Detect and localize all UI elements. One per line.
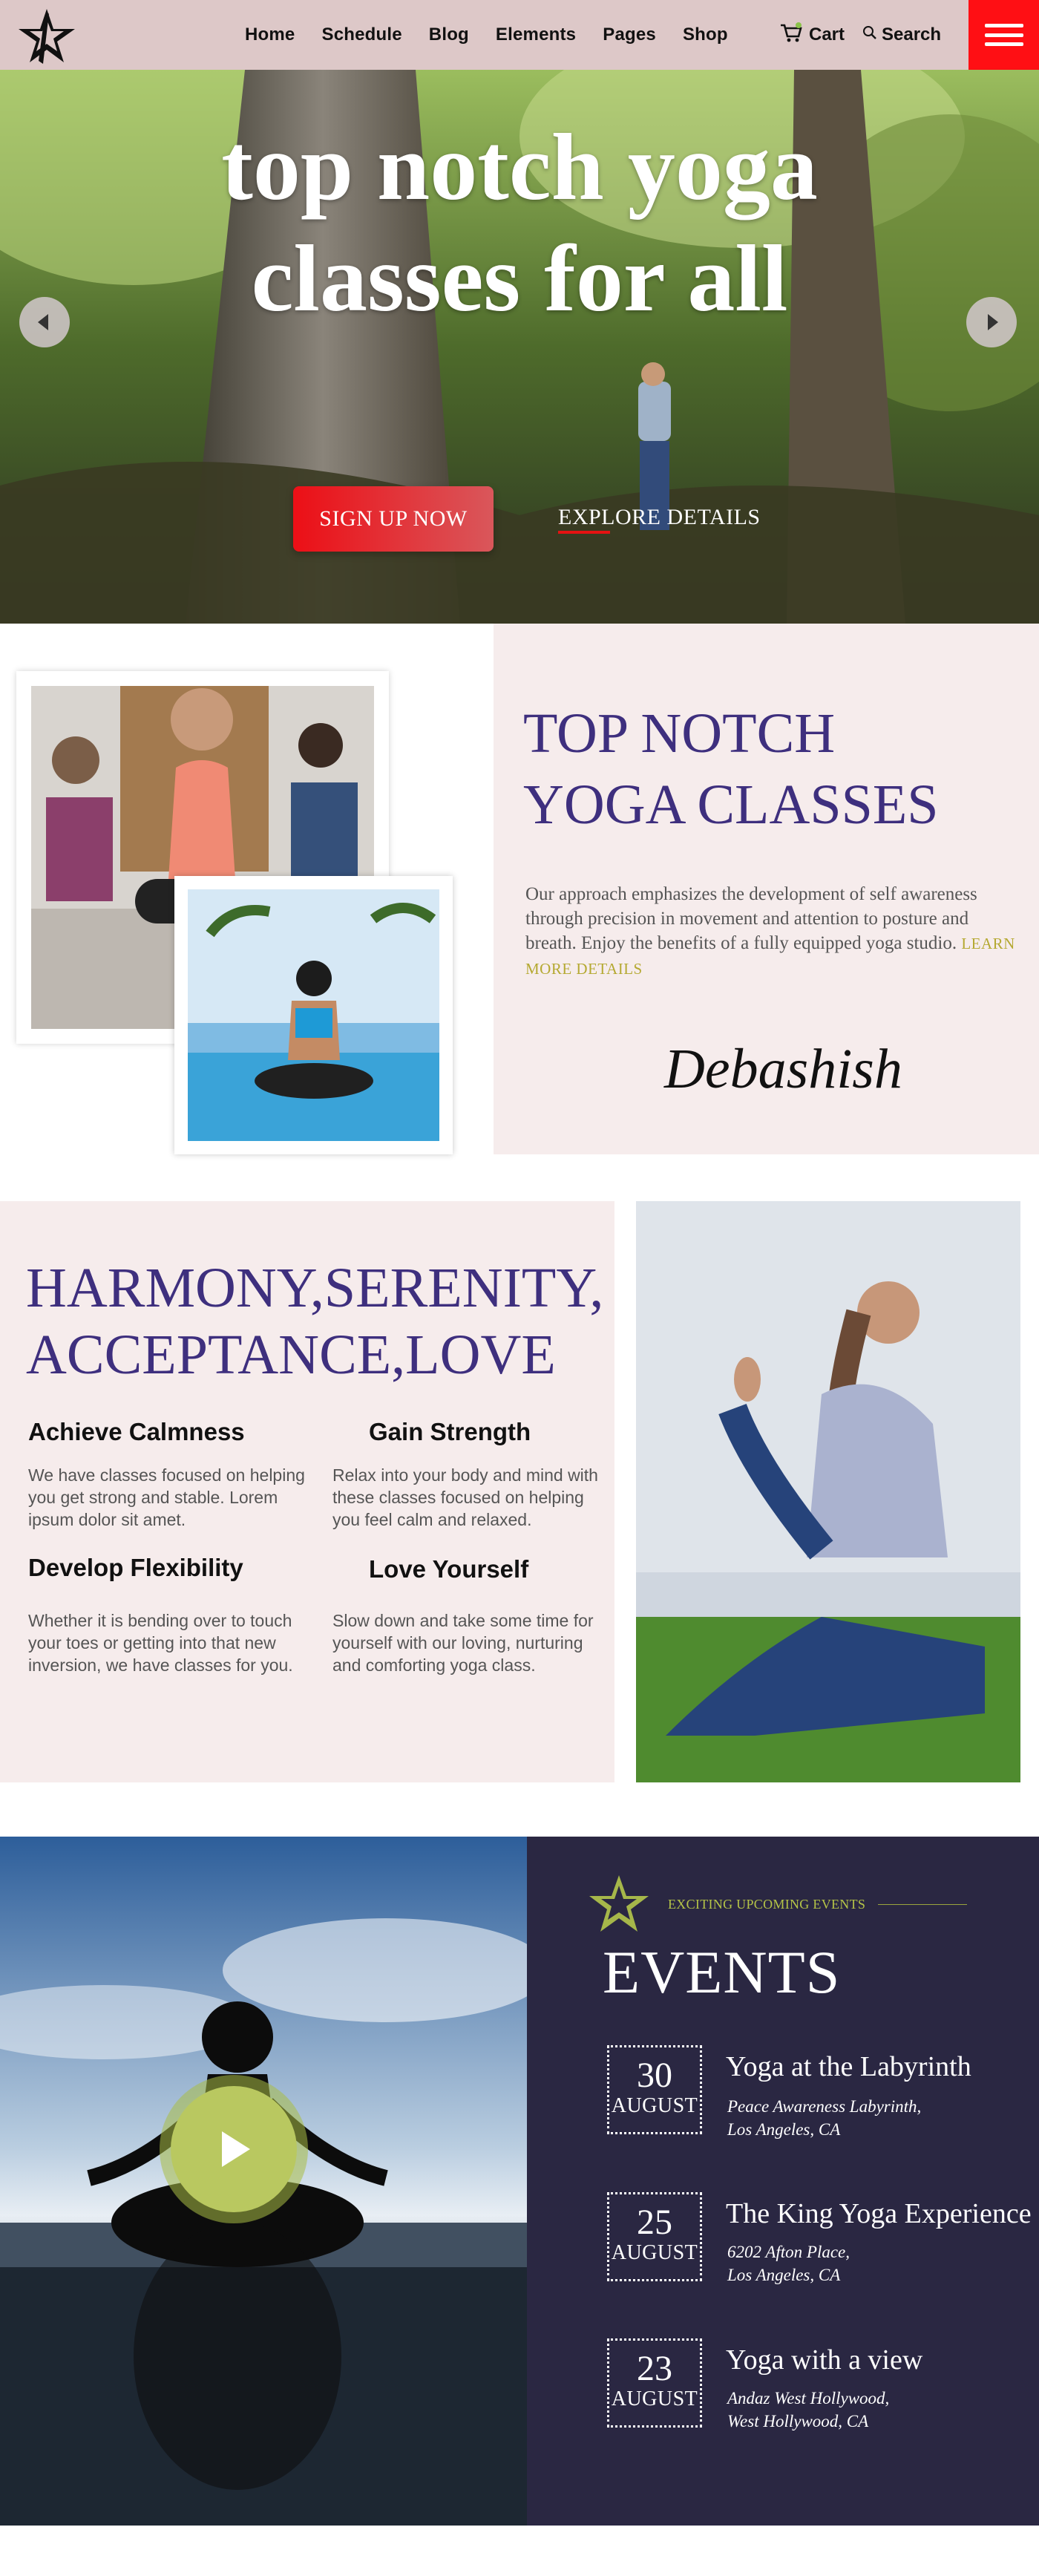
hamburger-icon: [984, 24, 1023, 46]
event-title[interactable]: Yoga with a view: [726, 2344, 922, 2376]
nav-elements[interactable]: Elements: [496, 24, 576, 45]
event-address-line1: 6202 Afton Place,: [727, 2243, 850, 2261]
event-month: AUGUST: [611, 2094, 698, 2117]
event-day: 23: [637, 2349, 672, 2388]
features-title-line1: HARMONY,SERENITY,: [26, 1257, 604, 1319]
cart-icon: [779, 22, 803, 48]
signature-text: Debashish: [663, 1038, 902, 1100]
event-date: 25 AUGUST: [607, 2192, 702, 2281]
meditation-pool-photo: [174, 876, 453, 1154]
feature-text: Slow down and take some time for yoursel…: [332, 1611, 594, 1675]
arrow-right-icon: [988, 314, 998, 330]
event-title[interactable]: The King Yoga Experience: [726, 2197, 1032, 2230]
event-address-line1: Peace Awareness Labyrinth,: [727, 2097, 922, 2116]
star-logo-icon[interactable]: [16, 6, 77, 67]
about-title-line1: TOP NOTCH: [523, 702, 836, 765]
event-day: 25: [637, 2203, 672, 2242]
nav-schedule[interactable]: Schedule: [321, 24, 401, 45]
event-address-line2: Los Angeles, CA: [727, 2266, 841, 2284]
slider-prev-button[interactable]: [19, 297, 70, 347]
arrow-left-icon: [38, 314, 48, 330]
nav-shop[interactable]: Shop: [683, 24, 728, 45]
feature-text: Relax into your body and mind with these…: [332, 1465, 598, 1529]
event-title[interactable]: Yoga at the Labyrinth: [726, 2050, 971, 2083]
nav-home[interactable]: Home: [245, 24, 295, 45]
cart-link[interactable]: Cart: [779, 0, 845, 70]
signup-button[interactable]: SIGN UP NOW: [293, 486, 494, 552]
features-title: HARMONY,SERENITY, ACCEPTANCE,LOVE: [26, 1255, 620, 1388]
hero-title-line2: classes for all: [251, 226, 788, 331]
events-title: EVENTS: [603, 1938, 841, 2006]
event-date: 23 AUGUST: [607, 2338, 702, 2428]
yoga-pose-photo: [636, 1201, 1020, 1782]
events-subtitle: EXCITING UPCOMING EVENTS: [668, 1897, 866, 1912]
explore-underline: [558, 531, 610, 534]
event-address-line2: Los Angeles, CA: [727, 2120, 841, 2139]
feature-title: Achieve Calmness: [28, 1418, 245, 1445]
feature-title: Develop Flexibility: [28, 1554, 243, 1581]
hero-title: top notch yoga classes for all: [148, 111, 891, 334]
feature-text: We have classes focused on helping you g…: [28, 1465, 305, 1529]
nav-pages[interactable]: Pages: [603, 24, 656, 45]
cart-label: Cart: [809, 24, 845, 45]
hero-title-line1: top notch yoga: [221, 114, 818, 220]
play-icon: [222, 2131, 250, 2167]
play-button-inner: [171, 2086, 297, 2212]
explore-details-link[interactable]: EXPLORE DETAILS: [558, 505, 761, 530]
video-play-button[interactable]: [160, 2075, 308, 2223]
event-month: AUGUST: [611, 2241, 698, 2264]
event-address: Peace Awareness Labyrinth, Los Angeles, …: [727, 2095, 921, 2141]
search-icon: [862, 24, 877, 45]
menu-button[interactable]: [968, 0, 1039, 70]
event-address: Andaz West Hollywood, West Hollywood, CA: [727, 2387, 889, 2433]
feature-title: Love Yourself: [369, 1555, 529, 1583]
event-address: 6202 Afton Place, Los Angeles, CA: [727, 2240, 850, 2286]
about-text: Our approach emphasizes the development …: [525, 882, 1015, 981]
features-title-line2: ACCEPTANCE,LOVE: [26, 1324, 556, 1386]
search-label: Search: [882, 24, 942, 45]
event-address-line2: West Hollywood, CA: [727, 2412, 869, 2430]
about-title: TOP NOTCH YOGA CLASSES: [523, 698, 1006, 840]
feature-title: Gain Strength: [369, 1418, 531, 1445]
signature: Debashish: [657, 1028, 909, 1110]
nav-blog[interactable]: Blog: [429, 24, 469, 45]
event-date: 30 AUGUST: [607, 2045, 702, 2134]
about-title-line2: YOGA CLASSES: [523, 774, 939, 836]
event-month: AUGUST: [611, 2387, 698, 2410]
about-paragraph: Our approach emphasizes the development …: [525, 884, 977, 953]
star-icon: [586, 1871, 652, 1936]
search-link[interactable]: Search: [862, 0, 941, 70]
slider-next-button[interactable]: [966, 297, 1017, 347]
feature-text: Whether it is bending over to touch your…: [28, 1611, 293, 1675]
event-day: 30: [637, 2056, 672, 2095]
events-subtitle-line: [878, 1904, 967, 1905]
event-address-line1: Andaz West Hollywood,: [727, 2389, 890, 2407]
main-nav: Home Schedule Blog Elements Pages Shop: [245, 0, 755, 70]
